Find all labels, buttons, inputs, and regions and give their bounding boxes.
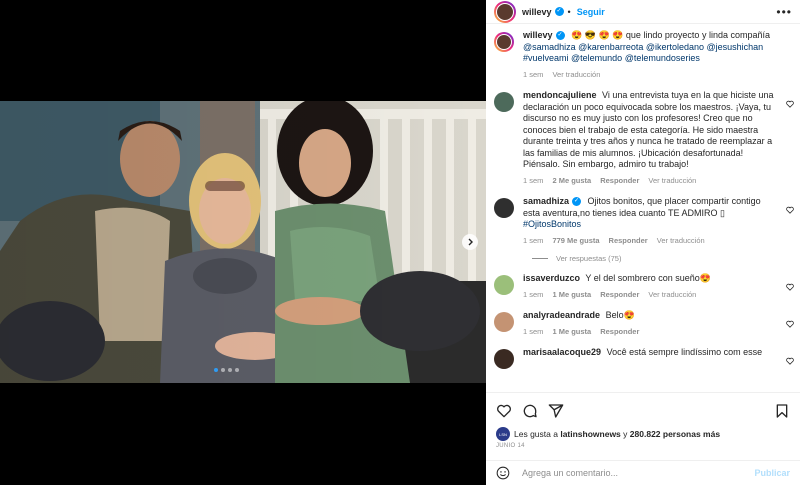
share-icon <box>548 403 564 418</box>
comment-username[interactable]: samadhiza <box>523 196 569 206</box>
slide-dot <box>228 368 232 372</box>
verified-badge-icon: ✓ <box>555 31 565 41</box>
comment-input[interactable]: Agrega un comentario... <box>522 468 754 478</box>
save-button[interactable] <box>774 403 790 419</box>
heart-icon[interactable] <box>786 357 794 365</box>
next-arrow-icon <box>468 238 473 246</box>
comment-hashtag[interactable]: #OjitosBonitos <box>523 219 581 229</box>
likes-summary: LSN Les gusta a latinshownews y 280.822 … <box>496 427 720 441</box>
likes-others[interactable]: 280.822 personas más <box>630 429 720 439</box>
comment-avatar[interactable] <box>494 275 514 295</box>
comment-likes[interactable]: 1 Me gusta <box>552 326 591 338</box>
comments-list[interactable]: willevy ✓ 😍 😎 😍 😍 que lindo proyecto y li… <box>486 30 800 390</box>
caption-text: que lindo proyecto y linda compañía <box>625 30 770 40</box>
comment-avatar[interactable] <box>494 349 514 369</box>
liker-username[interactable]: latinshownews <box>560 429 620 439</box>
comment-username[interactable]: issaverduzco <box>523 273 580 283</box>
liker-avatar[interactable]: LSN <box>496 427 510 441</box>
share-button[interactable] <box>548 403 564 419</box>
follow-button[interactable]: Seguir <box>577 7 605 17</box>
translate-button[interactable]: Ver traducción <box>657 235 705 247</box>
heart-icon[interactable] <box>786 283 794 291</box>
photo-illustration <box>0 101 486 383</box>
caption: willevy ✓ 😍 😎 😍 😍 que lindo proyecto y li… <box>486 30 800 80</box>
replies-line <box>532 258 548 259</box>
comment-text: Belo😍 <box>605 310 635 320</box>
comment-item: mendoncajuliene Vi una entrevista tuya e… <box>486 90 800 186</box>
likes-prefix: Les gusta a <box>514 429 558 439</box>
comment-time: 1 sem <box>523 289 544 299</box>
like-button[interactable] <box>496 403 512 419</box>
translate-button[interactable]: Ver traducción <box>648 289 696 301</box>
heart-icon[interactable] <box>786 320 794 328</box>
comment-item: marisaalacoque29 Você está sempre lindís… <box>486 347 800 369</box>
heart-icon[interactable] <box>786 206 794 214</box>
verified-badge-icon: ✓ <box>554 7 564 16</box>
reply-button[interactable]: Responder <box>609 235 648 247</box>
comment-time: 1 sem <box>523 175 544 185</box>
view-replies-button[interactable]: Ver respuestas (75) <box>486 254 800 263</box>
comment-avatar[interactable] <box>494 198 514 218</box>
verified-badge-icon: ✓ <box>572 197 582 207</box>
caption-translate[interactable]: Ver traducción <box>552 69 600 81</box>
emoji-icon[interactable] <box>496 466 510 480</box>
comment-time: 1 sem <box>523 326 544 336</box>
next-slide-button[interactable] <box>462 234 478 250</box>
reply-button[interactable]: Responder <box>600 175 639 187</box>
comment-item: analyradeandrade Belo😍 1 sem 1 Me gusta … <box>486 310 800 337</box>
bookmark-icon <box>776 403 788 418</box>
likes-joiner: y <box>623 429 628 439</box>
heart-icon <box>497 404 511 417</box>
comment-item: issaverduzco Y el del sombrero con sueño… <box>486 273 800 300</box>
slide-indicator <box>214 368 239 372</box>
comment-likes[interactable]: 1 Me gusta <box>552 289 591 301</box>
more-options-icon[interactable]: ••• <box>776 5 792 19</box>
avatar[interactable] <box>494 0 516 23</box>
comment-username[interactable]: mendoncajuliene <box>523 90 597 100</box>
caption-mentions[interactable]: @samadhiza @karenbarreota @ikertoledano … <box>523 42 763 64</box>
comment-likes[interactable]: 2 Me gusta <box>552 175 591 187</box>
comment-avatar[interactable] <box>494 92 514 112</box>
post-username[interactable]: willevy <box>522 7 552 17</box>
caption-avatar[interactable] <box>494 32 514 52</box>
translate-button[interactable]: Ver traducción <box>648 175 696 187</box>
caption-emojis: 😍 😎 😍 😍 <box>571 30 624 40</box>
reply-button[interactable]: Responder <box>600 289 639 301</box>
comment-avatar[interactable] <box>494 312 514 332</box>
slide-dot <box>221 368 225 372</box>
comment-likes[interactable]: 779 Me gusta <box>552 235 599 247</box>
comment-item: samadhiza ✓ Ojitos bonitos, que placer co… <box>486 196 800 246</box>
comment-text: Vi una entrevista tuya en la que hiciste… <box>523 90 774 169</box>
post-header: willevy ✓ • Seguir ••• <box>486 0 800 24</box>
heart-icon[interactable] <box>786 100 794 108</box>
reply-button[interactable]: Responder <box>600 326 639 338</box>
view-replies-label: Ver respuestas (75) <box>556 254 622 263</box>
post-details-panel: willevy ✓ • Seguir ••• willevy ✓ 😍 😎 😍 😍 … <box>486 0 800 485</box>
comment-button[interactable] <box>522 403 538 419</box>
comment-username[interactable]: marisaalacoque29 <box>523 347 601 357</box>
post-photo <box>0 101 486 383</box>
post-actions <box>486 392 800 422</box>
post-media <box>0 0 486 485</box>
comment-icon <box>523 404 537 417</box>
caption-time: 1 sem <box>523 69 544 79</box>
add-comment-bar: Agrega un comentario... Publicar <box>486 460 800 485</box>
comment-time: 1 sem <box>523 235 544 245</box>
publish-button[interactable]: Publicar <box>754 468 790 478</box>
separator: • <box>567 6 571 17</box>
comment-username[interactable]: analyradeandrade <box>523 310 600 320</box>
slide-dot <box>235 368 239 372</box>
comment-text: Você está sempre lindíssimo com esse <box>606 347 763 357</box>
slide-dot <box>214 368 218 372</box>
post-date[interactable]: JUNIO 14 <box>496 443 525 449</box>
comment-text: Y el del sombrero con sueño😍 <box>585 273 711 283</box>
caption-username[interactable]: willevy <box>523 30 553 40</box>
